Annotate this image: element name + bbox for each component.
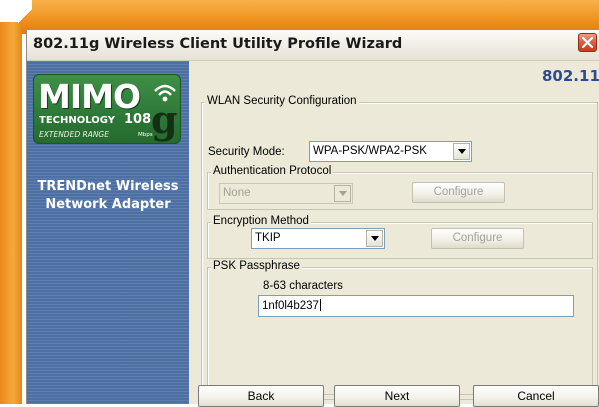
psk-passphrase-value: 1nf0l4b237 <box>262 300 319 312</box>
logo-range: EXTENDED RANGE <box>39 130 109 139</box>
mimo-logo: MIMO TECHNOLOGY 108 g EXTENDED RANGE Mbp… <box>33 74 181 144</box>
encryption-dropdown[interactable] <box>366 230 383 247</box>
wizard-content: 802.11 WLAN Security Configuration Secur… <box>191 61 599 404</box>
security-mode-select[interactable]: WPA-PSK/WPA2-PSK <box>309 141 472 162</box>
encryption-select[interactable]: TKIP <box>251 228 385 249</box>
chevron-down-icon <box>458 149 466 154</box>
encryption-legend: Encryption Method <box>211 215 311 227</box>
orange-frame-left <box>0 22 22 404</box>
standard-label: 802.11 <box>542 67 599 85</box>
auth-protocol-select[interactable]: None <box>219 183 353 204</box>
wlan-security-legend: WLAN Security Configuration <box>205 95 359 107</box>
chevron-down-icon <box>371 236 379 241</box>
brand-line-2: Network Adapter <box>45 197 171 212</box>
close-icon <box>582 37 593 48</box>
chevron-down-icon <box>339 191 347 196</box>
psk-legend: PSK Passphrase <box>211 260 302 272</box>
brand-text: TRENDnet Wireless Network Adapter <box>27 178 189 214</box>
auth-protocol-legend: Authentication Protocol <box>211 165 334 177</box>
psk-hint: 8-63 characters <box>263 280 343 292</box>
logo-word: MIMO <box>38 77 141 116</box>
window-title: 802.11g Wireless Client Utility Profile … <box>33 36 403 52</box>
brand-line-1: TRENDnet Wireless <box>37 179 179 194</box>
orange-frame-corner <box>18 0 32 32</box>
logo-number: 108 <box>124 112 152 127</box>
orange-frame-top <box>18 0 599 34</box>
text-caret <box>319 299 321 311</box>
profile-wizard-window: 802.11g Wireless Client Utility Profile … <box>26 30 599 407</box>
psk-passphrase-input[interactable]: 1nf0l4b237 <box>258 295 574 317</box>
close-button[interactable] <box>578 33 597 52</box>
logo-letter: g <box>151 97 178 142</box>
cancel-label: Cancel <box>517 389 555 403</box>
auth-protocol-dropdown[interactable] <box>334 185 351 202</box>
next-label: Next <box>384 389 410 403</box>
logo-unit: Mbps <box>138 132 153 138</box>
security-mode-dropdown[interactable] <box>453 143 470 160</box>
security-mode-value: WPA-PSK/WPA2-PSK <box>313 145 427 157</box>
auth-configure-button[interactable]: Configure <box>412 182 505 203</box>
sidebar: MIMO TECHNOLOGY 108 g EXTENDED RANGE Mbp… <box>27 61 189 404</box>
encryption-value: TKIP <box>255 232 281 244</box>
security-mode-label: Security Mode: <box>208 146 285 158</box>
logo-technology: TECHNOLOGY <box>39 115 115 126</box>
title-bar: 802.11g Wireless Client Utility Profile … <box>27 30 599 61</box>
back-label: Back <box>247 389 275 403</box>
auth-protocol-value: None <box>223 187 251 199</box>
auth-configure-label: Configure <box>433 186 484 198</box>
encryption-configure-label: Configure <box>452 232 503 244</box>
encryption-configure-button[interactable]: Configure <box>431 228 524 249</box>
